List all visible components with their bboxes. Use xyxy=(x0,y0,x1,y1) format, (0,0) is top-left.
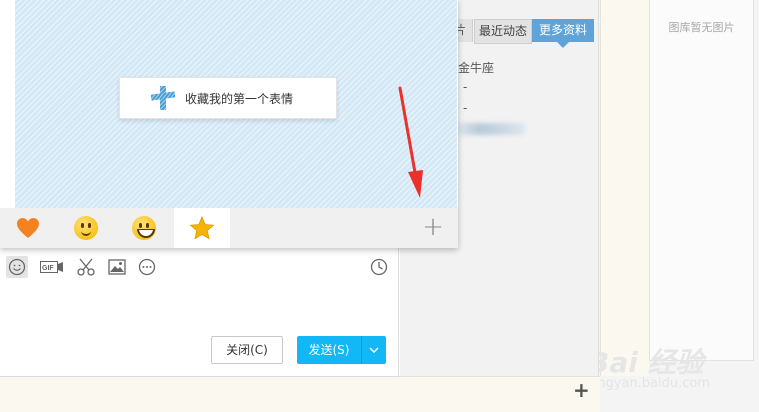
scissors-icon xyxy=(77,258,95,276)
library-empty-text: 图库暂无图片 xyxy=(668,21,735,34)
star-icon xyxy=(189,216,215,240)
background-strip xyxy=(600,0,649,376)
emoji-tab-bar xyxy=(0,208,458,248)
emoji-button[interactable] xyxy=(6,256,28,278)
close-button[interactable]: 关闭(C) xyxy=(211,336,283,364)
bottom-bar xyxy=(0,376,600,412)
profile-field-value: - xyxy=(463,101,468,115)
send-button[interactable]: 发送(S) xyxy=(297,336,361,364)
active-tab-pointer xyxy=(557,42,569,48)
chevron-down-icon xyxy=(369,347,379,353)
watermark-logo: Bai 经验 xyxy=(588,346,704,379)
plus-icon: + xyxy=(422,212,444,242)
profile-zodiac: 金牛座 xyxy=(458,61,495,75)
emoji-popup: 收藏我的第一个表情 + xyxy=(0,0,458,248)
more-button[interactable] xyxy=(136,256,158,278)
watermark-url: jingyan.baidu.com xyxy=(590,376,710,391)
add-emoji-button[interactable]: + xyxy=(418,208,448,248)
tab-recent-activity[interactable]: 最近动态 xyxy=(474,19,532,44)
bottom-add-button[interactable]: + xyxy=(573,378,590,402)
tab-emoji-collection[interactable] xyxy=(174,208,230,248)
send-options-button[interactable] xyxy=(361,336,386,364)
blurred-info xyxy=(457,123,525,135)
tab-more-info[interactable]: 更多资料 xyxy=(532,19,594,42)
tab-emoji-yellow[interactable] xyxy=(116,208,172,248)
grin-face-icon xyxy=(132,216,156,240)
tab-emoji-classic[interactable] xyxy=(58,208,114,248)
gif-button[interactable]: GIF xyxy=(40,256,64,278)
heart-icon xyxy=(17,218,39,238)
profile-field-value: - xyxy=(463,80,468,94)
collect-first-emoji-button[interactable]: 收藏我的第一个表情 xyxy=(119,77,337,119)
collect-label: 收藏我的第一个表情 xyxy=(185,91,294,106)
more-icon xyxy=(138,258,156,276)
emoji-icon xyxy=(8,258,26,276)
image-button[interactable] xyxy=(106,256,128,278)
screenshot-button[interactable] xyxy=(75,256,97,278)
image-library-panel: 图库暂无图片 xyxy=(649,0,754,361)
annotation-arrow-icon xyxy=(398,86,423,198)
svg-text:GIF: GIF xyxy=(42,265,54,272)
tab-favorites-heart[interactable] xyxy=(0,208,56,248)
gif-icon: GIF xyxy=(40,261,63,273)
smile-face-icon xyxy=(74,216,98,240)
image-icon xyxy=(108,259,126,275)
add-favorite-icon xyxy=(150,85,176,111)
history-icon xyxy=(370,258,388,276)
history-button[interactable] xyxy=(368,256,390,278)
